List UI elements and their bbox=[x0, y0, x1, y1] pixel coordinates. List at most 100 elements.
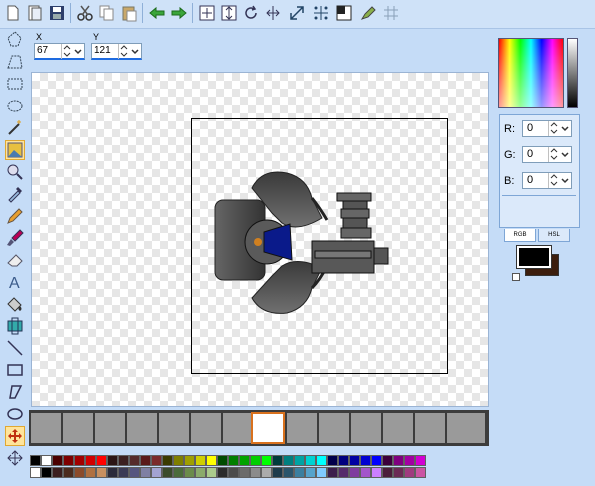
palette-swatch[interactable] bbox=[283, 455, 294, 466]
palette-swatch[interactable] bbox=[338, 467, 349, 478]
palette-swatch[interactable] bbox=[74, 467, 85, 478]
brightness-slider[interactable] bbox=[567, 38, 578, 108]
frame-thumbnail[interactable] bbox=[63, 413, 93, 443]
eraser-icon[interactable] bbox=[5, 250, 25, 270]
palette-swatch[interactable] bbox=[173, 467, 184, 478]
magic-wand-icon[interactable] bbox=[5, 118, 25, 138]
eyedropper-icon[interactable] bbox=[5, 184, 25, 204]
palette-swatch[interactable] bbox=[129, 455, 140, 466]
frame-thumbnail[interactable] bbox=[95, 413, 125, 443]
palette-swatch[interactable] bbox=[184, 455, 195, 466]
palette-swatch[interactable] bbox=[382, 455, 393, 466]
frame-thumbnail-selected[interactable] bbox=[251, 412, 285, 444]
palette-swatch[interactable] bbox=[250, 455, 261, 466]
palette-swatch[interactable] bbox=[415, 467, 426, 478]
frame-thumbnail[interactable] bbox=[127, 413, 157, 443]
move-icon[interactable] bbox=[5, 426, 25, 446]
y-coordinate-field[interactable]: 121 bbox=[91, 43, 142, 60]
palette-swatch[interactable] bbox=[283, 467, 294, 478]
ellipse-select-icon[interactable] bbox=[5, 96, 25, 116]
frame-thumbnail[interactable] bbox=[447, 413, 485, 443]
palette-swatch[interactable] bbox=[52, 467, 63, 478]
image-select-icon[interactable] bbox=[5, 140, 25, 160]
palette-swatch[interactable] bbox=[305, 455, 316, 466]
palette-swatch[interactable] bbox=[371, 455, 382, 466]
frame-thumbnail[interactable] bbox=[223, 413, 253, 443]
fill-icon[interactable] bbox=[5, 294, 25, 314]
palette-swatch[interactable] bbox=[371, 467, 382, 478]
resize-canvas-icon[interactable] bbox=[198, 4, 216, 22]
b-value-field[interactable]: 0 bbox=[522, 172, 572, 189]
palette-swatch[interactable] bbox=[250, 467, 261, 478]
palette-swatch[interactable] bbox=[162, 467, 173, 478]
palette-swatch[interactable] bbox=[239, 455, 250, 466]
r-value-field[interactable]: 0 bbox=[522, 120, 572, 137]
palette-swatch[interactable] bbox=[316, 467, 327, 478]
palette-swatch[interactable] bbox=[338, 455, 349, 466]
palette-swatch[interactable] bbox=[151, 455, 162, 466]
open-file-icon[interactable] bbox=[26, 4, 44, 22]
palette-swatch[interactable] bbox=[415, 455, 426, 466]
x-coordinate-field[interactable]: 67 bbox=[34, 43, 85, 60]
palette-swatch[interactable] bbox=[261, 455, 272, 466]
undo-icon[interactable] bbox=[148, 4, 166, 22]
palette-swatch[interactable] bbox=[316, 455, 327, 466]
palette-swatch[interactable] bbox=[206, 455, 217, 466]
palette-swatch[interactable] bbox=[52, 455, 63, 466]
frame-thumbnail[interactable] bbox=[319, 413, 349, 443]
palette-swatch[interactable] bbox=[228, 467, 239, 478]
hue-saturation-field[interactable] bbox=[498, 38, 564, 108]
palette-swatch[interactable] bbox=[360, 467, 371, 478]
palette-swatch[interactable] bbox=[41, 467, 52, 478]
g-spinner-icon[interactable] bbox=[548, 147, 571, 162]
frame-thumbnail[interactable] bbox=[159, 413, 189, 443]
resize-sprite-icon[interactable] bbox=[220, 4, 238, 22]
frame-thumbnail[interactable] bbox=[31, 413, 61, 443]
rect-select-icon[interactable] bbox=[5, 74, 25, 94]
palette-swatch[interactable] bbox=[294, 455, 305, 466]
palette-swatch[interactable] bbox=[305, 467, 316, 478]
palette-swatch[interactable] bbox=[261, 467, 272, 478]
r-spinner-icon[interactable] bbox=[548, 121, 571, 136]
rotate-icon[interactable] bbox=[242, 4, 260, 22]
palette-swatch[interactable] bbox=[393, 455, 404, 466]
ellipse-icon[interactable] bbox=[5, 404, 25, 424]
pencil-icon[interactable] bbox=[5, 206, 25, 226]
rectangle-icon[interactable] bbox=[5, 360, 25, 380]
palette-swatch[interactable] bbox=[217, 467, 228, 478]
frame-thumbnail[interactable] bbox=[415, 413, 445, 443]
palette-swatch[interactable] bbox=[184, 467, 195, 478]
palette-swatch[interactable] bbox=[63, 467, 74, 478]
palette-swatch[interactable] bbox=[30, 467, 41, 478]
pan-icon[interactable] bbox=[5, 448, 25, 468]
palette-swatch[interactable] bbox=[349, 467, 360, 478]
palette-swatch[interactable] bbox=[74, 455, 85, 466]
palette-swatch[interactable] bbox=[140, 455, 151, 466]
palette-swatch[interactable] bbox=[217, 455, 228, 466]
palette-swatch[interactable] bbox=[195, 455, 206, 466]
flip-icon[interactable] bbox=[264, 4, 282, 22]
palette-swatch[interactable] bbox=[96, 467, 107, 478]
palette-swatch[interactable] bbox=[129, 467, 140, 478]
palette-swatch[interactable] bbox=[206, 467, 217, 478]
x-spinner-icon[interactable] bbox=[61, 44, 84, 59]
palette-swatch[interactable] bbox=[162, 455, 173, 466]
palette-swatch[interactable] bbox=[404, 455, 415, 466]
palette-swatch[interactable] bbox=[118, 455, 129, 466]
g-value-field[interactable]: 0 bbox=[522, 146, 572, 163]
palette-swatch[interactable] bbox=[195, 467, 206, 478]
zoom-icon[interactable] bbox=[5, 162, 25, 182]
cut-icon[interactable] bbox=[76, 4, 94, 22]
frame-thumbnail[interactable] bbox=[383, 413, 413, 443]
palette-swatch[interactable] bbox=[151, 467, 162, 478]
palette-swatch[interactable] bbox=[327, 455, 338, 466]
palette-swatch[interactable] bbox=[107, 467, 118, 478]
line-icon[interactable] bbox=[5, 338, 25, 358]
palette-swatch[interactable] bbox=[239, 467, 250, 478]
text-icon[interactable]: A bbox=[5, 272, 25, 292]
save-icon[interactable] bbox=[48, 4, 66, 22]
palette-swatch[interactable] bbox=[360, 455, 371, 466]
palette-swatch[interactable] bbox=[85, 455, 96, 466]
palette-swatch[interactable] bbox=[382, 467, 393, 478]
palette-swatch[interactable] bbox=[349, 455, 360, 466]
